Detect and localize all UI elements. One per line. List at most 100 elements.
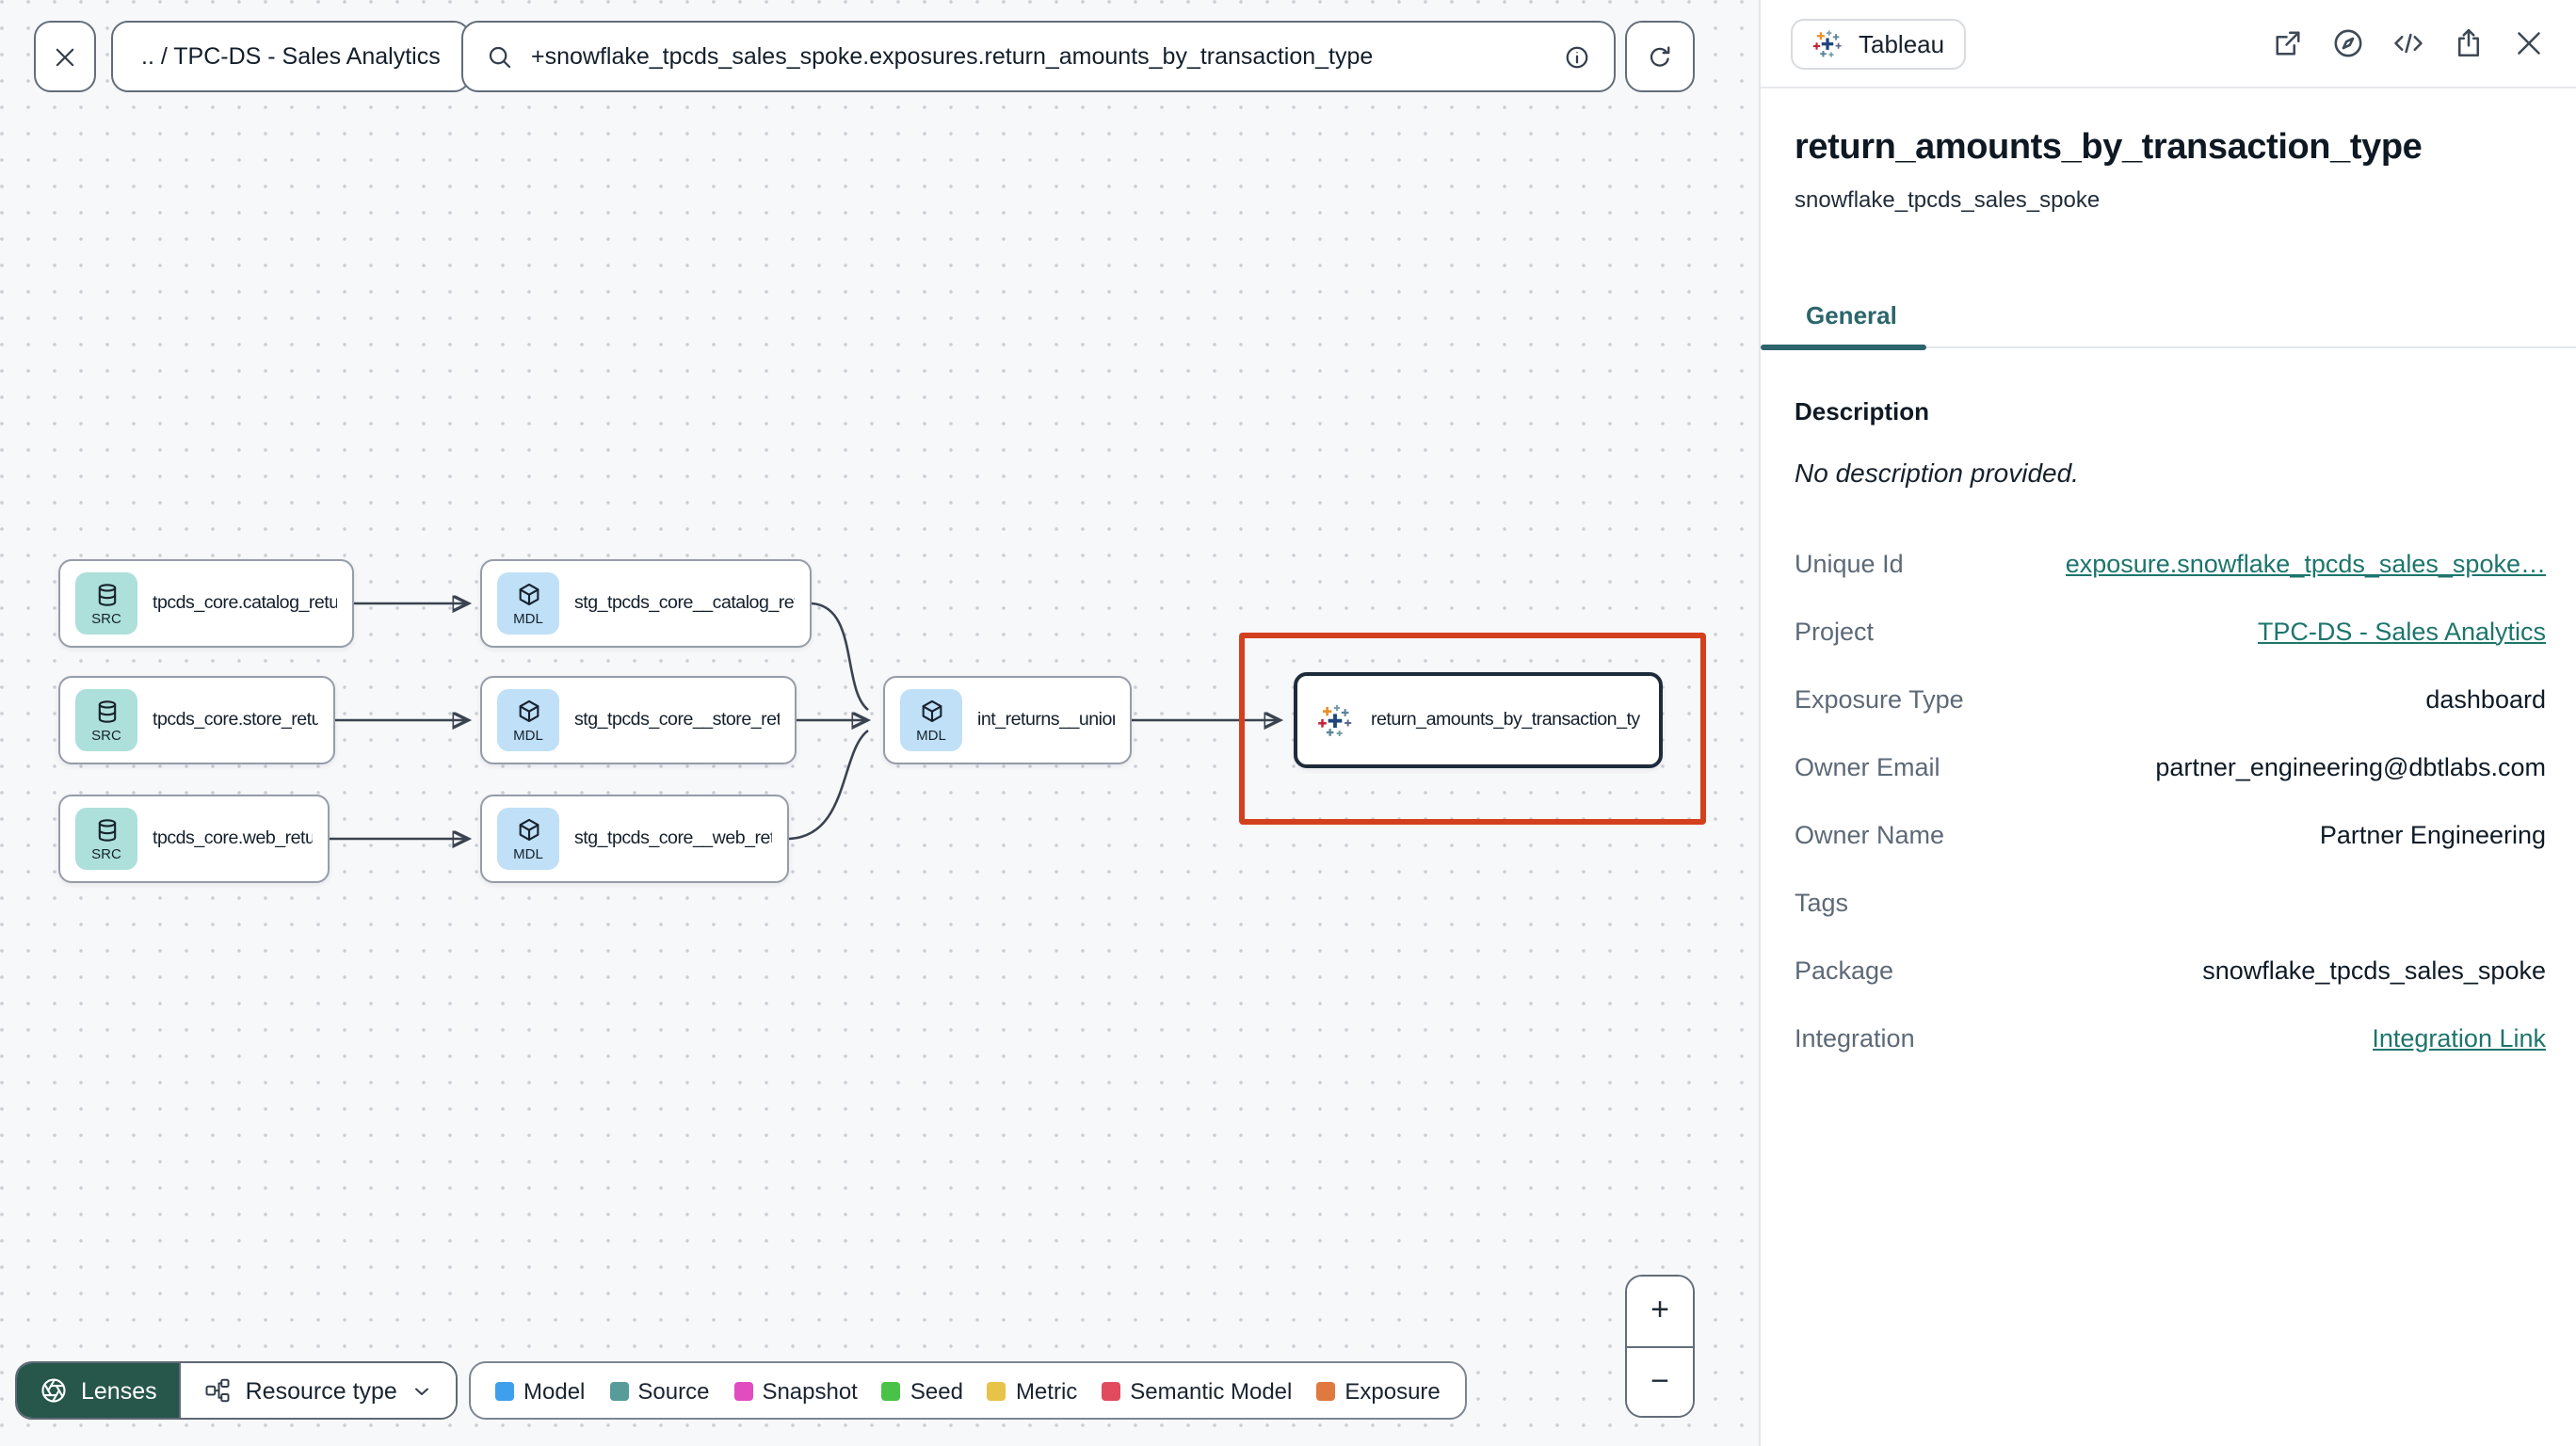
cube-icon: [515, 581, 541, 607]
unique-id-link[interactable]: exposure.snowflake_tpcds_sales_spoke…: [2066, 549, 2546, 577]
node-model-stg-catalog-returns[interactable]: MDL stg_tpcds_core__catalog_returns: [480, 559, 812, 648]
field-row-integration: Integration Integration Link: [1795, 1023, 2546, 1052]
zoom-in-button[interactable]: +: [1627, 1277, 1693, 1345]
owner-email-value: partner_engineering@dbtlabs.com: [2155, 752, 2546, 780]
chevron-down-icon: [414, 1387, 428, 1394]
info-icon[interactable]: [1563, 42, 1591, 71]
integration-badge: Tableau: [1791, 18, 1966, 69]
node-label: stg_tpcds_core__catalog_returns: [574, 593, 795, 614]
lenses-label: Lenses: [81, 1377, 157, 1404]
node-model-stg-web-returns[interactable]: MDL stg_tpcds_core__web_returns: [480, 795, 789, 883]
source-badge: SRC: [75, 808, 137, 870]
field-row-tags: Tags: [1795, 888, 1849, 916]
node-label: stg_tpcds_core__store_returns: [574, 710, 780, 731]
tableau-icon: [1316, 701, 1354, 739]
close-icon: [2518, 32, 2540, 55]
legend-item-exposure: Exposure: [1316, 1377, 1441, 1404]
legend-item-snapshot: Snapshot: [733, 1377, 858, 1404]
database-icon: [93, 698, 120, 724]
detail-fields: Unique Id exposure.snowflake_tpcds_sales…: [1795, 529, 2546, 1071]
description-value: No description provided.: [1795, 458, 2079, 488]
source-badge: SRC: [75, 689, 137, 751]
legend-swatch: [987, 1381, 1006, 1400]
model-badge: MDL: [497, 572, 559, 635]
legend-swatch: [609, 1381, 629, 1400]
model-badge: MDL: [497, 689, 559, 751]
legend-item-source: Source: [609, 1377, 709, 1404]
view-code-button[interactable]: [2391, 26, 2425, 60]
legend-item-model: Model: [495, 1377, 585, 1404]
owner-name-value: Partner Engineering: [2319, 820, 2546, 848]
resource-hierarchy-icon: [206, 1378, 231, 1403]
code-icon: [2394, 33, 2423, 54]
field-row-project: Project TPC-DS - Sales Analytics: [1795, 617, 2546, 645]
lenses-button[interactable]: Lenses: [17, 1363, 180, 1418]
node-exposure-return-amounts-by-transaction-type[interactable]: return_amounts_by_transaction_type: [1294, 672, 1663, 768]
database-icon: [93, 816, 120, 843]
panel-header: Tableau: [1761, 0, 2576, 88]
node-label: tpcds_core.web_returns: [153, 828, 313, 849]
exposure-type-value: dashboard: [2425, 684, 2546, 713]
node-model-stg-store-returns[interactable]: MDL stg_tpcds_core__store_returns: [480, 676, 797, 764]
legend: Model Source Snapshot Seed Metric Semant…: [469, 1361, 1467, 1420]
legend-item-seed: Seed: [881, 1377, 963, 1404]
node-label: return_amounts_by_transaction_type: [1371, 710, 1640, 731]
zoom-controls: + −: [1625, 1275, 1695, 1418]
tableau-icon: [1811, 27, 1843, 59]
resource-type-dropdown[interactable]: Resource type: [179, 1363, 456, 1418]
close-icon: [56, 47, 74, 66]
legend-swatch: [1316, 1381, 1336, 1400]
node-source-catalog-returns[interactable]: SRC tpcds_core.catalog_returns: [58, 559, 354, 648]
field-row-unique-id: Unique Id exposure.snowflake_tpcds_sales…: [1795, 549, 2546, 577]
aperture-icon: [41, 1378, 66, 1403]
field-row-exposure-type: Exposure Type dashboard: [1795, 684, 2546, 713]
lineage-canvas[interactable]: .. / TPC-DS - Sales Analytics +snowflake…: [0, 0, 1759, 1446]
compass-icon: [2334, 29, 2362, 57]
open-in-new-button[interactable]: [2271, 26, 2305, 60]
breadcrumb[interactable]: .. / TPC-DS - Sales Analytics: [111, 21, 471, 92]
legend-swatch: [733, 1381, 753, 1400]
node-label: tpcds_core.catalog_returns: [153, 593, 337, 614]
node-source-store-returns[interactable]: SRC tpcds_core.store_returns: [58, 676, 335, 764]
share-button[interactable]: [2452, 26, 2486, 60]
open-in-new-icon: [2276, 31, 2300, 56]
package-subtitle: snowflake_tpcds_sales_spoke: [1795, 186, 2101, 213]
graph-controls: Lenses Resource type: [15, 1361, 458, 1420]
close-graph-button[interactable]: [34, 21, 96, 92]
node-source-web-returns[interactable]: SRC tpcds_core.web_returns: [58, 795, 330, 883]
field-row-owner-email: Owner Email partner_engineering@dbtlabs.…: [1795, 752, 2546, 780]
search-input[interactable]: +snowflake_tpcds_sales_spoke.exposures.r…: [531, 43, 1373, 70]
package-value: snowflake_tpcds_sales_spoke: [2202, 956, 2546, 984]
details-panel: Tableau return_amounts_by_transaction_ty…: [1759, 0, 2576, 1446]
legend-swatch: [495, 1381, 514, 1400]
close-panel-button[interactable]: [2512, 26, 2546, 60]
refresh-icon: [1650, 45, 1670, 66]
legend-swatch: [1102, 1381, 1121, 1400]
breadcrumb-label: .. / TPC-DS - Sales Analytics: [141, 43, 441, 70]
search-icon: [489, 45, 511, 68]
source-badge: SRC: [75, 572, 137, 635]
resource-type-label: Resource type: [245, 1377, 397, 1404]
panel-actions: [2271, 26, 2546, 60]
page-title: return_amounts_by_transaction_type: [1795, 128, 2423, 168]
legend-item-semantic-model: Semantic Model: [1102, 1377, 1292, 1404]
node-label: stg_tpcds_core__web_returns: [574, 828, 772, 849]
field-row-package: Package snowflake_tpcds_sales_spoke: [1795, 956, 2546, 984]
project-link[interactable]: TPC-DS - Sales Analytics: [2258, 617, 2546, 645]
model-badge: MDL: [900, 689, 962, 751]
legend-swatch: [881, 1381, 901, 1400]
tab-general[interactable]: General: [1761, 301, 1928, 350]
database-icon: [93, 581, 120, 607]
description-heading: Description: [1795, 397, 1930, 426]
node-label: int_returns__unioned: [977, 710, 1115, 731]
dbt-lineage-app: .. / TPC-DS - Sales Analytics +snowflake…: [0, 0, 2576, 1446]
zoom-out-button[interactable]: −: [1627, 1345, 1693, 1416]
legend-item-metric: Metric: [987, 1377, 1077, 1404]
integration-link[interactable]: Integration Link: [2372, 1023, 2546, 1052]
cube-icon: [918, 698, 944, 724]
refresh-button[interactable]: [1625, 21, 1695, 92]
explore-button[interactable]: [2331, 26, 2365, 60]
node-label: tpcds_core.store_returns: [153, 710, 318, 731]
node-model-int-returns-unioned[interactable]: MDL int_returns__unioned: [883, 676, 1132, 764]
search-box[interactable]: +snowflake_tpcds_sales_spoke.exposures.r…: [461, 21, 1616, 92]
